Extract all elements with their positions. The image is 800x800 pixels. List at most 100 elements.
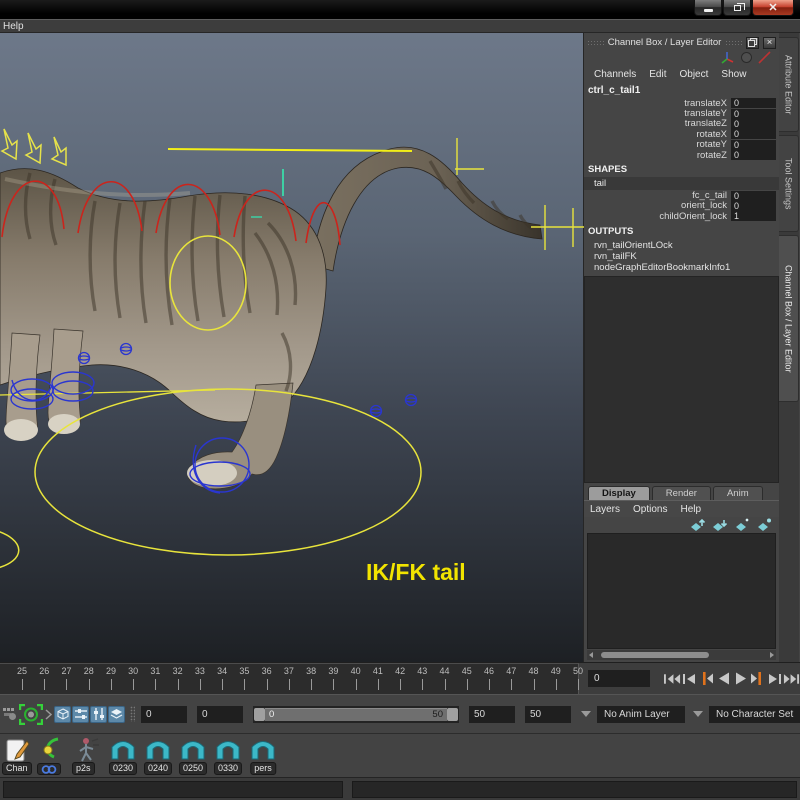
cube-toggle-button[interactable]	[54, 705, 71, 723]
play-backwards-button[interactable]	[715, 669, 732, 689]
corner-arc-control[interactable]	[0, 530, 20, 569]
menu-channels[interactable]: Channels	[594, 69, 636, 80]
play-forwards-button[interactable]	[732, 669, 749, 689]
shelf-item-bookmark-0240[interactable]: 0240	[142, 736, 174, 776]
move-layer-down-icon[interactable]	[712, 518, 728, 531]
timeline-frame-number[interactable]: 34	[217, 666, 227, 676]
tab-attribute-editor[interactable]: Attribute Editor	[779, 37, 799, 132]
menu-edit[interactable]: Edit	[649, 69, 666, 80]
float-panel-button[interactable]	[746, 36, 760, 49]
shape-node-row[interactable]: tail	[584, 177, 779, 191]
menu-show[interactable]: Show	[721, 69, 746, 80]
playback-end-field[interactable]: 50	[469, 705, 515, 723]
shelf-item-bookmark-0330[interactable]: 0330	[212, 736, 244, 776]
scroll-left-icon[interactable]	[589, 652, 593, 658]
range-end-handle[interactable]	[447, 707, 458, 721]
shelf-item-p2s[interactable]: p2s	[72, 736, 104, 776]
timeline-frame-number[interactable]: 25	[17, 666, 27, 676]
timeline-frame-number[interactable]: 43	[417, 666, 427, 676]
timeline-frame-number[interactable]: 32	[173, 666, 183, 676]
close-panel-button[interactable]: ×	[763, 36, 777, 49]
timeline-frame-number[interactable]: 44	[440, 666, 450, 676]
sphere-icon[interactable]	[740, 51, 753, 64]
drag-grip-icon[interactable]	[587, 39, 604, 46]
playback-range-slider[interactable]: 0 50	[253, 705, 459, 723]
playback-start-field[interactable]: 0	[197, 705, 243, 723]
timeline-frame-number[interactable]: 39	[328, 666, 338, 676]
range-start-handle[interactable]	[254, 707, 265, 721]
timeline-frame-number[interactable]: 33	[195, 666, 205, 676]
timeline-frame-number[interactable]: 45	[462, 666, 472, 676]
timeline-frame-number[interactable]: 48	[529, 666, 539, 676]
timeline-frame-number[interactable]: 36	[262, 666, 272, 676]
shelf-item-connect[interactable]	[37, 736, 69, 776]
restore-button[interactable]	[723, 0, 751, 16]
selected-node-name[interactable]: ctrl_c_tail1	[584, 82, 779, 98]
timeline-frame-number[interactable]: 47	[506, 666, 516, 676]
viewport-panel[interactable]: IK/FK tail	[0, 33, 584, 662]
timeline-frame-number[interactable]: 29	[106, 666, 116, 676]
timeline-frame-number[interactable]: 37	[284, 666, 294, 676]
attribute-value-field[interactable]: 0	[731, 139, 776, 150]
time-slider[interactable]: 25 26 27 28 29 30 31 32 33 34 35 36 37 38 39 40 41 42 43 44…	[0, 663, 583, 694]
title-bar[interactable]: ✕	[0, 0, 800, 19]
animation-end-field[interactable]: 50	[525, 705, 571, 723]
attribute-value-field[interactable]: 0	[731, 129, 776, 140]
horizontal-sliders-toggle-button[interactable]	[72, 705, 89, 723]
attribute-value-field[interactable]: 0	[731, 190, 776, 201]
scroll-right-icon[interactable]	[770, 652, 774, 658]
step-forward-key-button[interactable]	[749, 669, 766, 689]
layer-list-scrollbar[interactable]	[587, 650, 776, 660]
go-to-start-button[interactable]	[664, 669, 681, 689]
output-node[interactable]: nodeGraphEditorBookmarkInfo1	[584, 260, 779, 273]
chevron-down-icon[interactable]	[693, 711, 703, 717]
tab-display[interactable]: Display	[588, 486, 650, 500]
shelf-item-bookmark-pers[interactable]: pers	[247, 736, 279, 776]
menu-options[interactable]: Options	[633, 504, 667, 515]
tab-channel-box-layer-editor[interactable]: Channel Box / Layer Editor	[779, 235, 799, 402]
menu-help[interactable]: Help	[3, 21, 24, 32]
layer-list[interactable]	[587, 533, 776, 649]
move-layer-up-icon[interactable]	[690, 518, 706, 531]
timeline-frame-number[interactable]: 27	[61, 666, 71, 676]
menu-layers[interactable]: Layers	[590, 504, 620, 515]
tab-anim[interactable]: Anim	[712, 486, 763, 500]
chevron-down-icon[interactable]	[581, 711, 591, 717]
step-back-key-button[interactable]	[698, 669, 715, 689]
shelf-item-chan[interactable]: Chan	[2, 736, 34, 776]
character-set-dropdown[interactable]: No Character Set	[709, 705, 800, 723]
attribute-value-field[interactable]: 0	[731, 200, 776, 211]
attribute-value-field[interactable]: 1	[731, 211, 776, 222]
tab-tool-settings[interactable]: Tool Settings	[779, 135, 799, 232]
timeline-frame-number[interactable]: 50	[573, 666, 583, 676]
tail-line-control[interactable]	[167, 148, 413, 152]
vertical-sliders-toggle-button[interactable]	[90, 705, 107, 723]
close-button[interactable]: ✕	[752, 0, 794, 16]
attribute-value-field[interactable]: 0	[731, 98, 776, 109]
attribute-value-field[interactable]: 0	[731, 150, 776, 161]
output-node[interactable]: rvn_tailFK	[584, 249, 779, 262]
camera-bracket-icon[interactable]	[19, 703, 43, 725]
range-bar[interactable]: 0 50	[265, 707, 447, 721]
timeline-frame-number[interactable]: 40	[351, 666, 361, 676]
timeline-frame-number[interactable]: 49	[551, 666, 561, 676]
line-icon[interactable]	[758, 51, 771, 64]
timeline-frame-number[interactable]: 42	[395, 666, 405, 676]
timeline-frame-number[interactable]: 41	[373, 666, 383, 676]
command-input[interactable]	[3, 780, 343, 798]
menu-object[interactable]: Object	[680, 69, 709, 80]
scrollbar-thumb[interactable]	[601, 652, 709, 658]
output-node[interactable]: rvn_tailOrientLOck	[584, 238, 779, 251]
keyframe-grid-icon[interactable]	[3, 707, 17, 721]
current-frame-field[interactable]: 0	[588, 670, 650, 687]
minimize-button[interactable]	[694, 0, 722, 16]
timeline-frame-number[interactable]: 35	[239, 666, 249, 676]
shelf-item-bookmark-0250[interactable]: 0250	[177, 736, 209, 776]
drag-grip-icon[interactable]	[725, 39, 743, 46]
axis-gizmo-icon[interactable]	[720, 51, 735, 64]
go-to-end-button[interactable]	[783, 669, 800, 689]
attribute-value-field[interactable]: 0	[731, 118, 776, 129]
layers-toggle-button[interactable]	[108, 705, 125, 723]
timeline-frame-number[interactable]: 31	[150, 666, 160, 676]
timeline-frame-number[interactable]: 30	[128, 666, 138, 676]
